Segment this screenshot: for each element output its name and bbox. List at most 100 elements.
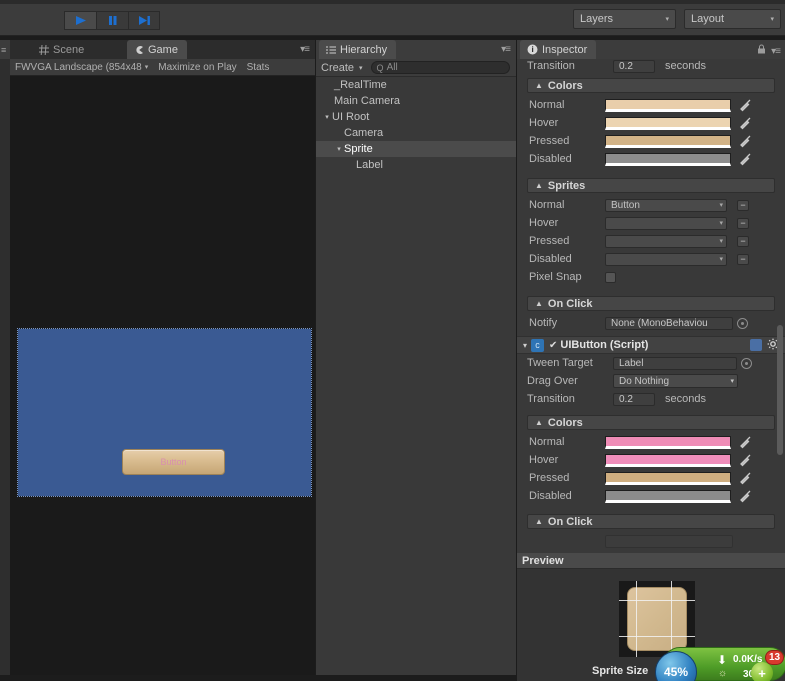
uibutton-component-title: UIButton (Script) [560, 339, 649, 351]
drag-over-dropdown[interactable]: Do Nothing ▾ [613, 374, 738, 388]
chevron-down-icon: ▾ [770, 16, 774, 23]
sprite-remove-button-hover[interactable]: − [737, 217, 749, 229]
sprite-field-pressed[interactable]: ▾ [605, 234, 727, 248]
inspector-scrollbar-thumb[interactable] [777, 325, 783, 455]
onclick-section-header-2[interactable]: ▲ On Click [527, 514, 775, 529]
hierarchy-search-placeholder: All [386, 62, 398, 73]
object-picker-icon[interactable] [737, 317, 748, 329]
color-swatch-normal-2[interactable] [605, 435, 731, 449]
eyedropper-icon[interactable] [738, 98, 752, 112]
hierarchy-item-realtime[interactable]: _RealTime [316, 77, 516, 93]
inspector-panel-menu-icon[interactable]: ▾≡ [771, 46, 781, 57]
system-status-overlay[interactable]: ⬇ 0.0K/s ☼ 30°C + 13 45% [655, 645, 785, 681]
transition-value-field[interactable]: 0.2 [613, 392, 655, 406]
eyedropper-icon[interactable] [738, 152, 752, 166]
game-ui-button[interactable]: Button [122, 449, 225, 475]
hierarchy-panel-menu-icon[interactable]: ▾≡ [501, 44, 511, 55]
tween-target-field[interactable]: Label [613, 356, 737, 370]
color-swatch-normal-1[interactable] [605, 98, 731, 112]
game-view-panel: Scene Game ▾≡ FWVGA Landscape (854x48 ▾ … [10, 40, 315, 675]
drag-over-label: Drag Over [527, 375, 578, 387]
eyedropper-icon[interactable] [738, 453, 752, 467]
eyedropper-icon[interactable] [738, 489, 752, 503]
notification-badge[interactable]: 13 [765, 650, 784, 665]
game-ui-panel[interactable]: Button [17, 328, 312, 497]
tab-scene[interactable]: Scene [32, 40, 93, 59]
tab-inspector[interactable]: Inspector [520, 40, 597, 59]
overlay-add-button[interactable]: + [751, 662, 773, 681]
eyedropper-icon[interactable] [738, 134, 752, 148]
transition-value-partial[interactable]: 0.2 [613, 59, 655, 73]
tab-game[interactable]: Game [127, 40, 187, 59]
sprite-field-disabled[interactable]: ▾ [605, 252, 727, 266]
uibutton-component-header[interactable]: ▾ c ✔ UIButton (Script) [517, 336, 785, 354]
panel-menu-icon[interactable]: ≡ [1, 45, 6, 55]
color-swatch-disabled-1[interactable] [605, 152, 731, 166]
hierarchy-item-camera[interactable]: Camera [316, 125, 516, 141]
tab-hierarchy[interactable]: Hierarchy [319, 40, 397, 59]
color-label-disabled-1: Disabled [529, 153, 572, 165]
color-swatch-pressed-2[interactable] [605, 471, 731, 485]
transition-row-partial: Transition 0.2 seconds [517, 59, 785, 74]
notify-field-2[interactable] [605, 534, 733, 548]
disclosure-triangle-icon[interactable]: ▾ [334, 145, 344, 153]
stats-toggle[interactable]: Stats [242, 62, 275, 73]
layers-dropdown[interactable]: Layers ▾ [573, 9, 676, 29]
hierarchy-search-input[interactable]: Q All [370, 61, 510, 74]
notify-row-2-partial [517, 532, 785, 550]
play-button[interactable] [64, 11, 96, 30]
color-row-hover-1: Hover [517, 114, 785, 132]
hierarchy-item-sprite[interactable]: ▾ Sprite [316, 141, 516, 157]
disclosure-triangle-icon[interactable]: ▾ [322, 113, 332, 121]
color-swatch-pressed-1[interactable] [605, 134, 731, 148]
pause-button[interactable] [96, 11, 128, 30]
preview-title: Preview [522, 554, 564, 567]
inspector-scrollbar[interactable] [776, 60, 784, 594]
colors-section-header-2[interactable]: ▲ Colors [527, 415, 775, 430]
color-label-disabled-2: Disabled [529, 490, 572, 502]
notify-field-1[interactable]: None (MonoBehaviou [605, 316, 733, 330]
sprite-label-disabled: Disabled [529, 253, 572, 265]
hierarchy-item-label[interactable]: Label [316, 157, 516, 173]
tab-game-label: Game [148, 43, 178, 56]
component-enabled-checkbox[interactable]: ✔ [549, 340, 557, 351]
layout-dropdown[interactable]: Layout ▾ [684, 9, 781, 29]
color-label-normal-2: Normal [529, 436, 565, 448]
maximize-on-play-toggle[interactable]: Maximize on Play [153, 62, 241, 73]
eyedropper-icon[interactable] [738, 116, 752, 130]
game-panel-menu-icon[interactable]: ▾≡ [300, 44, 310, 55]
sprite-field-normal[interactable]: Button ▾ [605, 198, 727, 212]
sprite-remove-button-pressed[interactable]: − [737, 235, 749, 247]
color-swatch-hover-2[interactable] [605, 453, 731, 467]
chevron-down-icon: ▾ [359, 64, 363, 72]
sprites-section-header[interactable]: ▲ Sprites [527, 178, 775, 193]
color-swatch-disabled-2[interactable] [605, 489, 731, 503]
hierarchy-icon [326, 45, 336, 55]
pixel-snap-checkbox[interactable] [605, 271, 616, 283]
object-picker-icon[interactable] [741, 357, 752, 369]
color-swatch-hover-1[interactable] [605, 116, 731, 130]
download-arrow-icon: ⬇ [717, 653, 728, 667]
step-button[interactable] [128, 11, 160, 30]
sprites-section-title: Sprites [547, 179, 586, 192]
sprite-remove-button-normal[interactable]: − [737, 199, 749, 211]
hierarchy-item-main-camera[interactable]: Main Camera [316, 93, 516, 109]
onclick-section-header-1[interactable]: ▲ On Click [527, 296, 775, 311]
preview-header[interactable]: Preview [517, 553, 785, 569]
sprite-remove-button-disabled[interactable]: − [737, 253, 749, 265]
chevron-down-icon: ▾ [719, 220, 723, 227]
lock-icon[interactable] [756, 44, 767, 58]
resolution-dropdown[interactable]: FWVGA Landscape (854x48 ▾ [10, 62, 153, 73]
eyedropper-icon[interactable] [738, 471, 752, 485]
eyedropper-icon[interactable] [738, 435, 752, 449]
left-dock-tab[interactable]: ≡ [0, 40, 10, 59]
hierarchy-item-ui-root[interactable]: ▾ UI Root [316, 109, 516, 125]
colors-section-header-1[interactable]: ▲ Colors [527, 78, 775, 93]
foldout-triangle-icon[interactable]: ▾ [523, 341, 527, 350]
game-view-canvas[interactable]: Button [10, 76, 315, 675]
create-button[interactable]: Create ▾ [321, 62, 363, 74]
tab-scene-label: Scene [53, 43, 85, 56]
sprite-field-hover[interactable]: ▾ [605, 216, 727, 230]
hierarchy-toolbar: Create ▾ Q All [316, 59, 516, 77]
help-icon[interactable] [750, 339, 762, 351]
